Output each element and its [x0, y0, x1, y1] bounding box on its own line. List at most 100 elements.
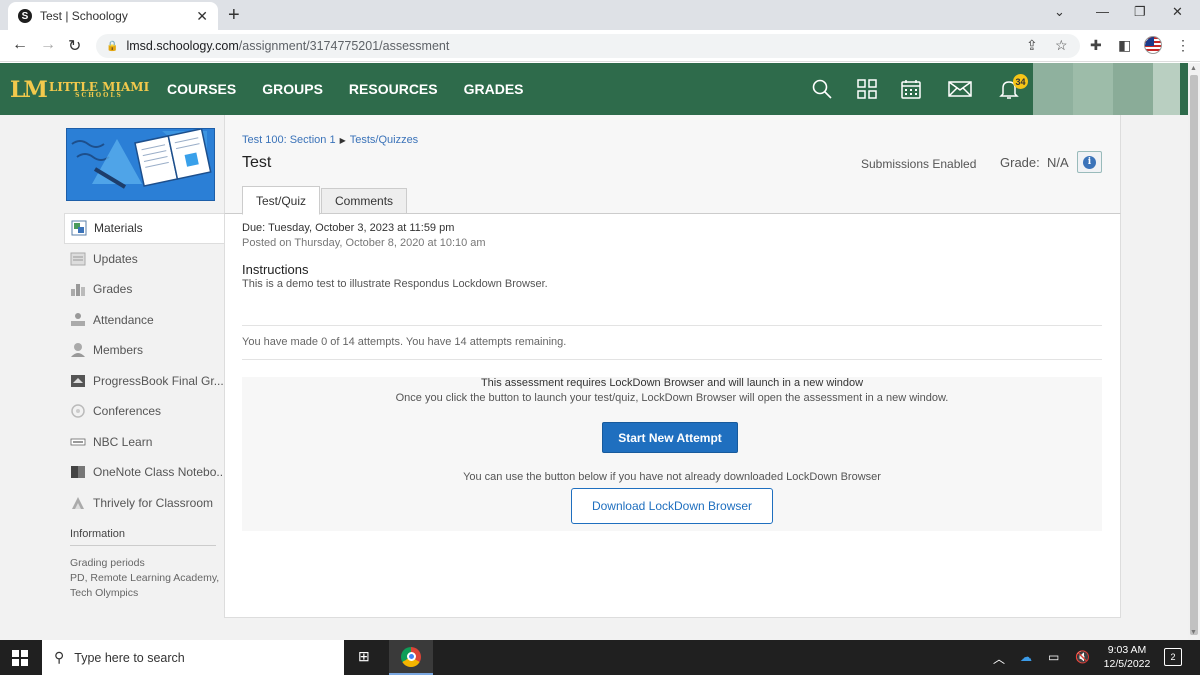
search-icon[interactable]: [810, 77, 834, 101]
attendance-icon: [70, 312, 86, 328]
sidepanel-icon[interactable]: ◧: [1118, 37, 1131, 54]
battery-icon[interactable]: ▭: [1048, 650, 1059, 664]
grade-info-button[interactable]: i: [1077, 151, 1102, 173]
information-body: Grading periods PD, Remote Learning Acad…: [70, 556, 220, 601]
sidebar-item-label: Updates: [93, 251, 138, 266]
calendar-icon[interactable]: [899, 77, 923, 101]
start-new-attempt-button[interactable]: Start New Attempt: [602, 422, 738, 453]
district-logo[interactable]: LM LITTLE MIAMI SCHOOLS: [10, 77, 149, 103]
nav-resources[interactable]: RESOURCES: [349, 81, 438, 97]
scrollbar-thumb[interactable]: [1190, 75, 1198, 635]
browser-toolbar: ← → ↻ 🔒 lmsd.schoology.com/assignment/31…: [0, 30, 1200, 62]
notification-badge[interactable]: 34: [1013, 74, 1028, 89]
sidebar-item-thrively[interactable]: Thrively for Classroom: [64, 488, 226, 519]
grading-periods-label: Grading periods: [70, 557, 145, 569]
tab-search-icon[interactable]: ⌄: [1054, 4, 1065, 20]
information-heading: Information: [70, 528, 216, 546]
nav-grades[interactable]: GRADES: [464, 81, 524, 97]
instructions-heading: Instructions: [242, 262, 309, 277]
url-path: /assignment/3174775201/assessment: [238, 39, 450, 53]
nav-courses[interactable]: COURSES: [167, 81, 236, 97]
onedrive-icon[interactable]: ☁: [1020, 650, 1032, 664]
tab-close-icon[interactable]: ✕: [196, 8, 208, 25]
updates-icon: [70, 251, 86, 267]
mail-icon[interactable]: [947, 77, 973, 101]
apps-grid-icon[interactable]: [855, 77, 879, 101]
attempts-status: You have made 0 of 14 attempts. You have…: [242, 336, 567, 348]
nbc-learn-icon: [70, 434, 86, 450]
tab-test-quiz[interactable]: Test/Quiz: [242, 186, 321, 215]
taskbar-search-placeholder: Type here to search: [74, 650, 185, 665]
chrome-taskbar-button[interactable]: [389, 640, 433, 675]
sidebar-item-updates[interactable]: Updates: [64, 244, 226, 275]
breadcrumb-folder-link[interactable]: Tests/Quizzes: [350, 134, 418, 146]
sidebar-item-nbc-learn[interactable]: NBC Learn: [64, 427, 226, 458]
page-title: Test: [242, 154, 272, 171]
sidebar-item-progressbook[interactable]: ProgressBook Final Gr...: [64, 366, 226, 397]
search-icon: ⚲: [54, 649, 65, 665]
sidebar-item-label: Materials: [94, 221, 143, 236]
close-icon[interactable]: ✕: [1172, 4, 1183, 20]
clock-time: 9:03 AM: [1107, 644, 1147, 656]
more-icon[interactable]: ⋮: [1176, 37, 1190, 54]
sidebar-item-label: Members: [93, 343, 144, 358]
chrome-icon: [401, 646, 421, 667]
breadcrumb-course-link[interactable]: Test 100: Section 1: [242, 134, 336, 146]
submissions-status: Submissions Enabled: [861, 157, 977, 171]
sidebar-item-conferences[interactable]: Conferences: [64, 396, 226, 427]
divider: [242, 325, 1102, 326]
forward-icon[interactable]: →: [40, 36, 56, 54]
sidebar-item-label: Thrively for Classroom: [93, 495, 214, 510]
thrively-icon: [70, 495, 86, 511]
taskbar-search[interactable]: ⚲ Type here to search: [42, 640, 344, 675]
address-bar[interactable]: 🔒 lmsd.schoology.com/assignment/31747752…: [96, 34, 1080, 58]
download-note: You can use the button below if you have…: [463, 471, 881, 483]
sidebar-item-materials[interactable]: Materials: [64, 213, 226, 244]
sidebar-item-attendance[interactable]: Attendance: [64, 305, 226, 336]
nav-groups[interactable]: GROUPS: [262, 81, 323, 97]
sidebar-item-members[interactable]: Members: [64, 335, 226, 366]
windows-start-icon[interactable]: [12, 650, 28, 666]
sidebar-item-label: NBC Learn: [93, 434, 153, 449]
lock-icon[interactable]: 🔒: [106, 41, 118, 52]
star-icon[interactable]: ☆: [1055, 37, 1068, 54]
tab-comments[interactable]: Comments: [321, 188, 408, 214]
progressbook-icon: [70, 373, 86, 389]
profile-menu[interactable]: [1033, 63, 1180, 115]
sidebar-item-label: ProgressBook Final Gr...: [93, 373, 224, 388]
members-icon: [70, 342, 86, 358]
new-tab-button[interactable]: +: [228, 4, 240, 27]
sidebar-item-onenote[interactable]: OneNote Class Notebo...: [64, 457, 226, 488]
volume-muted-icon[interactable]: 🔇: [1075, 650, 1090, 664]
scroll-up-icon[interactable]: ▲: [1190, 65, 1197, 72]
share-icon[interactable]: ⇪: [1026, 37, 1038, 54]
lockdown-instruction-text: Once you click the button to launch your…: [395, 392, 949, 404]
sidebar-item-label: Attendance: [93, 312, 154, 327]
taskbar-clock[interactable]: 9:03 AM 12/5/2022: [1097, 643, 1157, 671]
profile-icon[interactable]: [1144, 36, 1162, 54]
course-image[interactable]: [66, 128, 215, 201]
windows-taskbar: ⚲ Type here to search ⊞ ︿ ☁ ▭ 🔇: [0, 640, 1200, 675]
minimize-icon[interactable]: —: [1096, 4, 1109, 19]
notification-center-icon[interactable]: 2: [1164, 648, 1182, 666]
site-header: LM LITTLE MIAMI SCHOOLS COURSES GROUPS R…: [0, 63, 1188, 115]
due-date: Due: Tuesday, October 3, 2023 at 11:59 p…: [242, 222, 455, 234]
posted-date: Posted on Thursday, October 8, 2020 at 1…: [242, 237, 486, 249]
task-view-icon[interactable]: ⊞: [358, 648, 370, 665]
sidebar-item-grades[interactable]: Grades: [64, 274, 226, 305]
tab-title: Test | Schoology: [40, 9, 128, 23]
back-icon[interactable]: ←: [12, 36, 28, 54]
schoology-favicon-icon: S: [18, 9, 32, 23]
chevron-up-icon[interactable]: ︿: [993, 650, 1005, 667]
download-lockdown-button[interactable]: Download LockDown Browser: [571, 488, 773, 524]
clock-date: 12/5/2022: [1103, 658, 1151, 670]
url-host: lmsd.schoology.com: [126, 39, 239, 53]
page-scrollbar[interactable]: ▲ ▼: [1188, 63, 1200, 641]
logo-mark: LM: [10, 77, 48, 103]
reload-icon[interactable]: ↻: [68, 36, 81, 56]
browser-tab-strip: S Test | Schoology ✕ + ⌄ — ❐ ✕: [0, 0, 1200, 30]
scroll-down-icon[interactable]: ▼: [1190, 629, 1197, 636]
extensions-icon[interactable]: ✚: [1090, 37, 1102, 54]
browser-tab[interactable]: S Test | Schoology ✕: [8, 2, 218, 30]
restore-icon[interactable]: ❐: [1134, 4, 1146, 20]
